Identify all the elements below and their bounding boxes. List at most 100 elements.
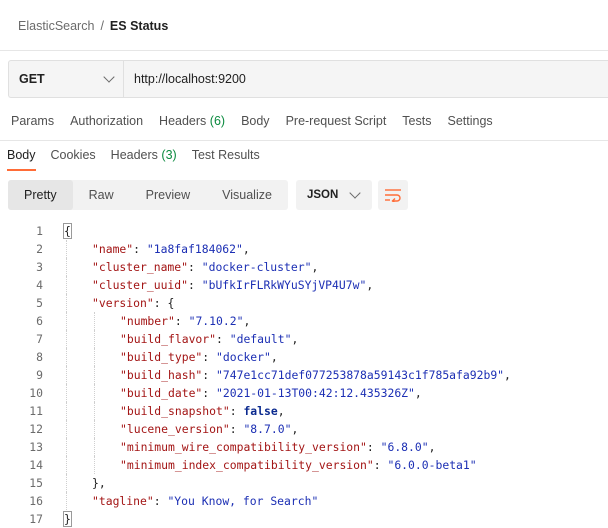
response-tab-test-results[interactable]: Test Results [192,148,260,171]
code-line: 10 "build_date": "2021-01-13T00:42:12.435… [0,384,608,402]
line-number: 3 [36,260,43,274]
indent-guide [94,348,96,366]
response-tab-body[interactable]: Body [7,148,36,171]
code-text: "build_type": "docker", [120,348,278,366]
code-text: "minimum_index_compatibility_version": "… [120,456,477,474]
indent-guide [94,456,96,474]
code-text: "build_hash": "747e1cc71def077253878a591… [120,366,511,384]
code-text: "version": { [92,294,174,312]
code-text: "build_date": "2021-01-13T00:42:12.43532… [120,384,422,402]
indent-guide [66,402,68,420]
url-input[interactable]: http://localhost:9200 [124,72,246,86]
json-key: "build_hash" [120,368,203,382]
response-toolbar: Pretty Raw Preview Visualize JSON [8,180,408,210]
tab-pre-request-script[interactable]: Pre-request Script [286,114,387,128]
json-key: "minimum_wire_compatibility_version" [120,440,367,454]
indent-guide [66,366,68,384]
code-line: 3 "cluster_name": "docker-cluster", [0,258,608,276]
tab-settings[interactable]: Settings [447,114,492,128]
json-key: "build_snapshot" [120,404,230,418]
code-text: }, [92,474,106,492]
json-key: "name" [92,242,134,256]
line-number: 15 [29,476,43,490]
json-string: "default" [229,332,292,346]
code-line: 13 "minimum_wire_compatibility_version": … [0,438,608,456]
json-punctuation: , [291,422,299,436]
response-tab-headers[interactable]: Headers (3) [111,148,177,171]
breadcrumb-collection[interactable]: ElasticSearch [18,19,94,33]
indent-guide [66,384,68,402]
json-punctuation: : [202,350,217,364]
view-visualize[interactable]: Visualize [206,180,288,210]
line-number: 4 [36,278,43,292]
wrap-lines-button[interactable] [377,180,408,210]
line-number: 6 [36,314,43,328]
line-number: 14 [29,458,43,472]
indent-guide [94,384,96,402]
json-punctuation: : [373,458,388,472]
json-key: "cluster_uuid" [92,278,189,292]
line-number: 8 [36,350,43,364]
json-string: "1a8faf184062" [146,242,243,256]
line-number: 10 [29,386,43,400]
breadcrumb: ElasticSearch / ES Status [18,19,168,33]
line-number: 2 [36,242,43,256]
tab-headers[interactable]: Headers (6) [159,114,225,128]
code-line: 8 "build_type": "docker", [0,348,608,366]
json-key: "number" [120,314,175,328]
code-line: 14 "minimum_index_compatibility_version":… [0,456,608,474]
code-line: 9 "build_hash": "747e1cc71def077253878a59… [0,366,608,384]
chevron-down-icon [103,71,115,83]
json-punctuation: : [202,368,217,382]
tab-params[interactable]: Params [11,114,54,128]
code-text: { [63,222,72,240]
json-punctuation: } [63,511,72,527]
tab-authorization[interactable]: Authorization [70,114,143,128]
json-punctuation: , [311,260,319,274]
line-number: 17 [29,512,43,526]
line-number: 13 [29,440,43,454]
indent-guide [66,456,68,474]
code-line: 17} [0,510,608,528]
json-punctuation: , [414,386,422,400]
method-select[interactable]: GET [9,61,124,97]
code-line: 6 "number": "7.10.2", [0,312,608,330]
indent-guide [94,438,96,456]
json-key: "lucene_version" [120,422,230,436]
json-punctuation: : [229,422,244,436]
tab-body[interactable]: Body [241,114,270,128]
code-line: 15}, [0,474,608,492]
json-punctuation: : [188,278,202,292]
view-preview[interactable]: Preview [130,180,206,210]
indent-guide [94,366,96,384]
divider [0,50,608,51]
code-text: "cluster_uuid": "bUfkIrFLRkWYuSYjVP4U7w"… [92,276,373,294]
request-tabs: Params Authorization Headers (6) Body Pr… [0,114,498,128]
code-text: "build_flavor": "default", [120,330,298,348]
code-line: 16 "tagline": "You Know, for Search" [0,492,608,510]
code-text: "tagline": "You Know, for Search" [92,492,318,510]
code-text: "minimum_wire_compatibility_version": "6… [120,438,435,456]
view-raw[interactable]: Raw [73,180,130,210]
json-punctuation: : [216,332,230,346]
indent-guide [66,312,68,330]
code-text: "name": "1a8faf184062", [92,240,250,258]
indent-guide [66,420,68,438]
json-string: "docker-cluster" [201,260,312,274]
format-label: JSON [306,189,339,201]
code-text: } [63,510,72,528]
code-line: 1{ [0,222,608,240]
json-key: "version" [92,296,154,310]
response-headers-count: (3) [161,148,177,162]
view-pretty[interactable]: Pretty [8,180,73,210]
response-tab-cookies[interactable]: Cookies [51,148,96,171]
request-name[interactable]: ES Status [110,19,168,33]
indent-guide [66,492,68,510]
format-select[interactable]: JSON [295,180,372,210]
json-string: "6.0.0-beta1" [387,458,477,472]
response-body-editor[interactable]: 1{2 "name": "1a8faf184062", 3 "cluster_name… [0,222,608,528]
response-tabs: Body Cookies Headers (3) Test Results [0,148,268,171]
json-punctuation: : [188,260,202,274]
indent-guide [66,438,68,456]
tab-tests[interactable]: Tests [402,114,431,128]
